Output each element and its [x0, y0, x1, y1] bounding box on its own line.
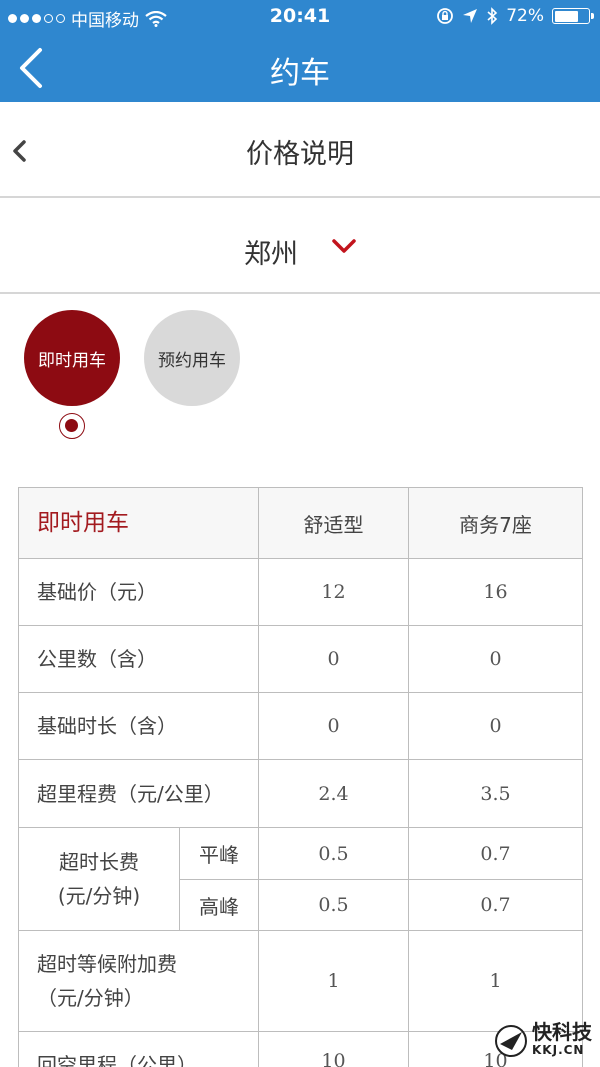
row-label-off-peak: 平峰	[179, 827, 259, 880]
battery-icon	[552, 8, 594, 24]
overtime-label-line2: (元/分钟)	[57, 884, 141, 908]
bluetooth-icon	[487, 7, 498, 25]
tab-instant[interactable]: 即时用车	[24, 310, 120, 406]
row-value-waiting-business: 1	[408, 930, 583, 1032]
row-value-empty-return-comfort: 10	[258, 1031, 409, 1067]
price-info-header: 价格说明	[0, 102, 600, 198]
waiting-label-line1: 超时等候附加费	[37, 952, 177, 976]
watermark: 快科技 KKJ.CN	[494, 1020, 592, 1059]
row-label-km-included: 公里数（含）	[18, 625, 259, 693]
row-label-empty-return: 回空里程（公里）	[18, 1031, 259, 1067]
waiting-label-line2: （元/分钟）	[37, 986, 144, 1010]
row-value-off-peak-business: 0.7	[408, 827, 583, 880]
selected-tab-indicator	[59, 413, 85, 439]
status-right: 72%	[436, 6, 594, 26]
table-header-comfort: 舒适型	[258, 487, 409, 559]
table-header-business: 商务7座	[408, 487, 583, 559]
city-name[interactable]: 郑州	[244, 232, 298, 271]
chevron-down-icon[interactable]	[331, 238, 357, 256]
watermark-text: 快科技 KKJ.CN	[532, 1020, 592, 1059]
row-value-extra-km-comfort: 2.4	[258, 759, 409, 828]
row-value-extra-km-business: 3.5	[408, 759, 583, 828]
watermark-brand: 快科技	[532, 1020, 592, 1044]
status-bar: 中国移动 20:41 72%	[0, 0, 600, 34]
row-value-waiting-comfort: 1	[258, 930, 409, 1032]
location-arrow-icon	[463, 9, 478, 23]
battery-percent: 72%	[506, 6, 544, 26]
watermark-logo-icon	[495, 1025, 527, 1057]
watermark-domain: KKJ.CN	[532, 1043, 585, 1057]
row-value-km-comfort: 0	[258, 625, 409, 693]
top-bar: 中国移动 20:41 72% 约车	[0, 0, 600, 102]
overtime-label-line1: 超时长费	[59, 850, 139, 874]
row-label-extra-km: 超里程费（元/公里）	[18, 759, 259, 828]
row-label-waiting-fee: 超时等候附加费 （元/分钟）	[18, 930, 259, 1032]
table-header-title: 即时用车	[18, 487, 259, 559]
row-value-km-business: 0	[408, 625, 583, 693]
tab-reservation[interactable]: 预约用车	[144, 310, 240, 406]
row-value-base-price-business: 16	[408, 558, 583, 626]
price-table: 即时用车 舒适型 商务7座 基础价（元） 12 16 公里数（含） 0 0 基础…	[18, 487, 583, 1067]
row-value-base-price-comfort: 12	[258, 558, 409, 626]
row-value-peak-business: 0.7	[408, 879, 583, 931]
city-selector[interactable]: 郑州	[0, 198, 600, 294]
battery-level	[554, 10, 579, 22]
row-value-time-business: 0	[408, 692, 583, 760]
row-label-base-price: 基础价（元）	[18, 558, 259, 626]
rotation-lock-icon	[437, 8, 454, 24]
nav-bar: 约车	[0, 34, 600, 102]
row-value-peak-comfort: 0.5	[258, 879, 409, 931]
row-label-time-included: 基础时长（含）	[18, 692, 259, 760]
row-label-peak: 高峰	[179, 879, 259, 931]
row-label-overtime: 超时长费 (元/分钟)	[18, 827, 180, 931]
row-value-time-comfort: 0	[258, 692, 409, 760]
row-value-off-peak-comfort: 0.5	[258, 827, 409, 880]
page-title: 价格说明	[246, 139, 354, 170]
nav-title: 约车	[270, 56, 330, 91]
